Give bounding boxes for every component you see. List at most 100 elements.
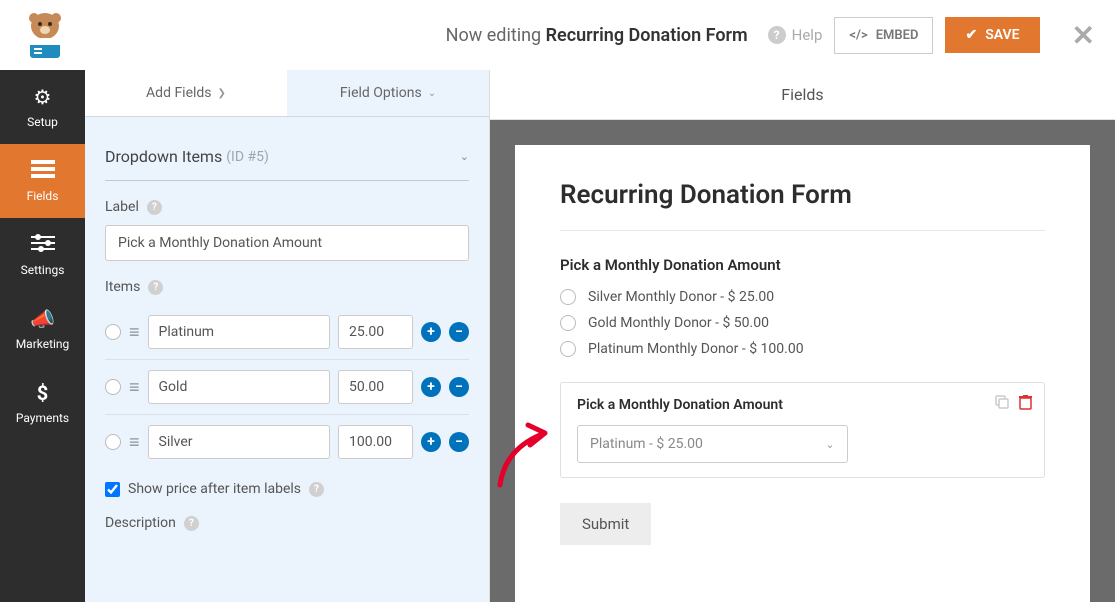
megaphone-icon: 📣	[30, 307, 55, 331]
editing-prefix: Now editing	[446, 25, 541, 46]
dropdown-label: Pick a Monthly Donation Amount	[577, 397, 1028, 413]
editing-text: Now editing Recurring Donation Form	[446, 25, 748, 46]
tooltip-icon[interactable]: ?	[148, 280, 163, 295]
field-options-panel: Add Fields ❯ Field Options ⌄ Dropdown It…	[85, 0, 490, 602]
close-icon[interactable]: ✕	[1072, 19, 1095, 52]
radio-option[interactable]: Silver Monthly Donor - $ 25.00	[560, 289, 1045, 305]
add-item-button[interactable]: +	[421, 322, 441, 342]
divider	[560, 230, 1045, 231]
remove-item-button[interactable]: −	[449, 432, 469, 452]
editing-title: Recurring Donation Form	[546, 25, 748, 46]
radio-option-label: Gold Monthly Donor - $ 50.00	[588, 315, 769, 331]
accordion-header[interactable]: Dropdown Items (ID #5) ⌄	[105, 137, 469, 181]
tab-options-label: Field Options	[340, 85, 422, 101]
submit-button[interactable]: Submit	[560, 503, 651, 545]
add-item-button[interactable]: +	[421, 377, 441, 397]
help-label: Help	[792, 26, 823, 44]
sidebar-item-setup[interactable]: ⚙ Setup	[0, 70, 85, 144]
accordion-id: (ID #5)	[226, 149, 269, 165]
sidebar: ⚙ Setup Fields Settings 📣 Marketing $ Pa…	[0, 0, 85, 602]
item-row: ≡ + −	[105, 360, 469, 415]
description-label: Description	[105, 515, 176, 531]
remove-item-button[interactable]: −	[449, 322, 469, 342]
sidebar-item-payments[interactable]: $ Payments	[0, 366, 85, 440]
sidebar-payments-label: Payments	[16, 411, 69, 425]
sidebar-marketing-label: Marketing	[16, 337, 70, 351]
tooltip-icon[interactable]: ?	[184, 516, 199, 531]
form-preview-card: Recurring Donation Form Pick a Monthly D…	[515, 145, 1090, 602]
dropdown-value: Platinum - $ 25.00	[590, 436, 703, 452]
logo	[20, 10, 70, 60]
radio-icon	[560, 341, 576, 357]
sidebar-item-settings[interactable]: Settings	[0, 218, 85, 292]
save-label: SAVE	[985, 27, 1019, 43]
radio-default[interactable]	[105, 379, 121, 395]
drag-handle-icon[interactable]: ≡	[129, 432, 140, 453]
radio-option[interactable]: Gold Monthly Donor - $ 50.00	[560, 315, 1045, 331]
tab-field-options[interactable]: Field Options ⌄	[287, 70, 489, 116]
drag-handle-icon[interactable]: ≡	[129, 322, 140, 343]
accordion-title: Dropdown Items	[105, 147, 222, 166]
chevron-down-icon: ⌄	[460, 150, 469, 163]
dollar-icon: $	[37, 381, 48, 405]
label-input[interactable]	[105, 225, 469, 261]
preview-panel: Fields Recurring Donation Form Pick a Mo…	[490, 0, 1115, 602]
help-icon: ?	[768, 26, 786, 44]
sliders-icon	[31, 233, 55, 257]
top-bar: Now editing Recurring Donation Form ? He…	[0, 0, 1115, 70]
radio-default[interactable]	[105, 434, 121, 450]
radio-option[interactable]: Platinum Monthly Donor - $ 100.00	[560, 341, 1045, 357]
items-label: Items	[105, 279, 140, 295]
sidebar-item-marketing[interactable]: 📣 Marketing	[0, 292, 85, 366]
item-name-input[interactable]	[148, 370, 330, 404]
checkbox-label: Show price after item labels	[128, 481, 301, 497]
item-name-input[interactable]	[148, 315, 330, 349]
tab-add-fields[interactable]: Add Fields ❯	[85, 70, 287, 116]
label-text: Label	[105, 199, 139, 215]
dropdown-field[interactable]: Platinum - $ 25.00 ⌄	[577, 425, 848, 463]
form-title: Recurring Donation Form	[560, 180, 1045, 210]
duplicate-icon[interactable]	[995, 395, 1009, 414]
help-link[interactable]: ? Help	[768, 26, 823, 44]
item-price-input[interactable]	[338, 315, 413, 349]
tooltip-icon[interactable]: ?	[309, 482, 324, 497]
tab-add-label: Add Fields	[146, 85, 212, 101]
embed-button[interactable]: </> EMBED	[834, 17, 933, 54]
item-name-input[interactable]	[148, 425, 330, 459]
remove-item-button[interactable]: −	[449, 377, 469, 397]
sidebar-item-fields[interactable]: Fields	[0, 144, 85, 218]
save-button[interactable]: ✔ SAVE	[945, 17, 1039, 53]
radio-icon	[560, 289, 576, 305]
panel-tabs: Add Fields ❯ Field Options ⌄	[85, 70, 489, 117]
item-price-input[interactable]	[338, 425, 413, 459]
sidebar-settings-label: Settings	[21, 263, 65, 277]
show-price-checkbox[interactable]	[105, 482, 120, 497]
right-header: Fields	[490, 70, 1115, 120]
trash-icon[interactable]	[1019, 395, 1032, 414]
item-row: ≡ + −	[105, 415, 469, 469]
item-row: ≡ + −	[105, 305, 469, 360]
radio-icon	[560, 315, 576, 331]
logo-icon	[20, 10, 70, 60]
item-price-input[interactable]	[338, 370, 413, 404]
chevron-down-icon: ⌄	[825, 438, 834, 451]
check-icon: ✔	[965, 27, 977, 43]
radio-section-label: Pick a Monthly Donation Amount	[560, 256, 1045, 274]
items-list: ≡ + − ≡ + −	[105, 305, 469, 469]
sidebar-setup-label: Setup	[27, 115, 58, 129]
code-icon: </>	[849, 28, 867, 43]
sidebar-fields-label: Fields	[27, 189, 59, 203]
drag-handle-icon[interactable]: ≡	[129, 377, 140, 398]
list-icon	[31, 159, 55, 183]
radio-default[interactable]	[105, 324, 121, 340]
embed-label: EMBED	[876, 28, 919, 43]
add-item-button[interactable]: +	[421, 432, 441, 452]
dropdown-field-preview[interactable]: Pick a Monthly Donation Amount Platinum …	[560, 382, 1045, 478]
radio-option-label: Platinum Monthly Donor - $ 100.00	[588, 341, 804, 357]
radio-option-label: Silver Monthly Donor - $ 25.00	[588, 289, 774, 305]
chevron-down-icon: ⌄	[428, 88, 436, 99]
tooltip-icon[interactable]: ?	[147, 200, 162, 215]
chevron-right-icon: ❯	[218, 88, 226, 99]
arrow-annotation-icon	[490, 415, 560, 495]
gear-icon: ⚙	[34, 85, 52, 109]
